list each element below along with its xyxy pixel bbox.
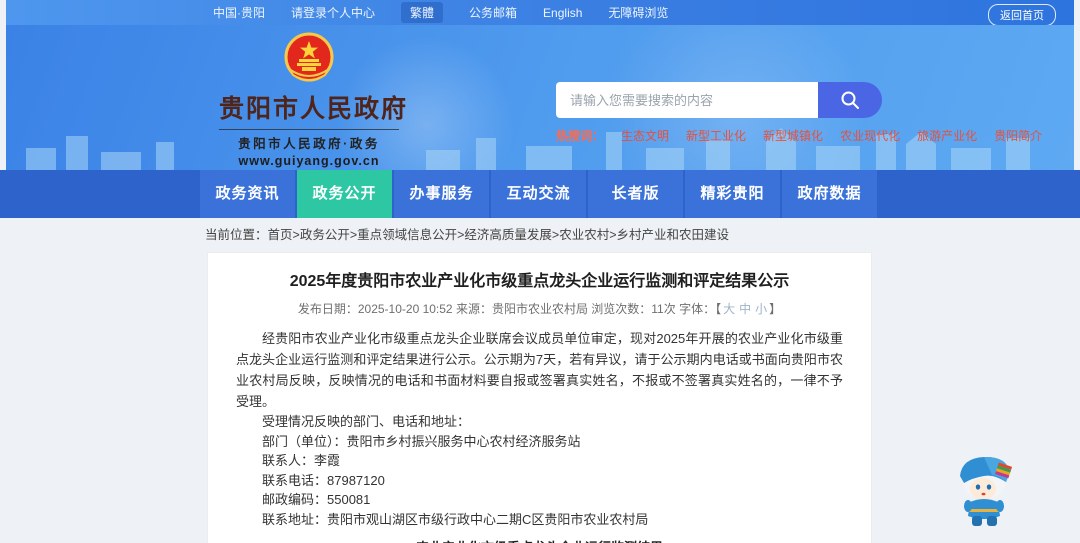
font-size-medium-button[interactable]: 中 xyxy=(739,302,751,316)
breadcrumb-path[interactable]: 首页>政务公开>重点领域信息公开>经济高质量发展>农业农村>乡村产业和农田建设 xyxy=(268,228,730,242)
contact-address-line: 联系地址：贵阳市观山湖区市级行政中心二期C区贵阳市农业农村局 xyxy=(262,511,649,527)
hot-search-label: 热搜词： xyxy=(556,129,605,143)
search-button[interactable] xyxy=(818,82,882,118)
hot-search-row: 热搜词： 生态文明 新型工业化 新型城镇化 农业现代化 旅游产业化 贵阳简介 xyxy=(556,127,1042,144)
font-size-small-button[interactable]: 小 xyxy=(755,302,767,316)
page: 中国·贵阳 请登录个人中心 繁體 公务邮箱 English 无障碍浏览 返回首页 xyxy=(0,0,1080,543)
nav-item-services[interactable]: 办事服务 xyxy=(394,170,489,218)
font-size-large-button[interactable]: 大 xyxy=(723,302,735,316)
breadcrumb-label: 当前位置： xyxy=(205,228,268,242)
result-table-caption: 农业产业化市级重点龙头企业运行监测结果 xyxy=(236,537,843,543)
nav-item-wonderful-guiyang[interactable]: 精彩贵阳 xyxy=(685,170,780,218)
top-utility-bar: 中国·贵阳 请登录个人中心 繁體 公务邮箱 English 无障碍浏览 返回首页 xyxy=(6,0,1074,26)
topbar-link-english[interactable]: English xyxy=(543,6,582,20)
topbar-links: 中国·贵阳 请登录个人中心 繁體 公务邮箱 English 无障碍浏览 xyxy=(213,2,668,23)
site-url: www.guiyang.gov.cn xyxy=(238,154,380,168)
national-emblem-icon xyxy=(284,32,334,82)
topbar-link-china-guiyang[interactable]: 中国·贵阳 xyxy=(213,4,265,21)
article-meta-suffix: 】 xyxy=(769,302,782,316)
site-name: 贵阳市人民政府 xyxy=(219,95,409,123)
hot-word-ecology[interactable]: 生态文明 xyxy=(621,127,669,144)
hot-word-urbanization[interactable]: 新型城镇化 xyxy=(763,127,823,144)
nav-item-gov-data[interactable]: 政府数据 xyxy=(782,170,877,218)
article-paragraph: 经贵阳市农业产业化市级重点龙头企业联席会议成员单位审定，现对2025年开展的农业… xyxy=(236,331,843,409)
topbar-link-accessibility[interactable]: 无障碍浏览 xyxy=(608,4,668,21)
topbar-link-traditional-chinese[interactable]: 繁體 xyxy=(401,2,444,23)
hot-word-industrialization[interactable]: 新型工业化 xyxy=(686,127,746,144)
contact-department-line: 部门（单位）：贵阳市乡村振兴服务中心农村经济服务站 xyxy=(262,433,581,449)
site-header-banner: 贵阳市人民政府 贵阳市人民政府·政务 www.guiyang.gov.cn 热搜… xyxy=(6,25,1074,170)
breadcrumb: 当前位置：首页>政务公开>重点领域信息公开>经济高质量发展>农业农村>乡村产业和… xyxy=(205,224,729,243)
site-subtitle: 贵阳市人民政府·政务 xyxy=(238,137,380,151)
article-title: 2025年度贵阳市农业产业化市级重点龙头企业运行监测和评定结果公示 xyxy=(289,273,790,290)
contact-person-line: 联系人：李霞 xyxy=(262,453,341,468)
hot-word-agriculture-modernization[interactable]: 农业现代化 xyxy=(840,127,900,144)
back-to-home-button[interactable]: 返回首页 xyxy=(988,4,1056,26)
mascot-assistant-button[interactable] xyxy=(948,450,1022,532)
cityscape-graphic xyxy=(26,128,1030,170)
nav-item-news[interactable]: 政务资讯 xyxy=(200,170,295,218)
site-logo-block: 贵阳市人民政府 贵阳市人民政府·政务 www.guiyang.gov.cn xyxy=(219,31,409,168)
search-input[interactable] xyxy=(556,82,818,118)
contact-postcode-line: 邮政编码：550081 xyxy=(262,492,371,507)
hot-word-guiyang-intro[interactable]: 贵阳简介 xyxy=(994,127,1042,144)
hot-word-tourism[interactable]: 旅游产业化 xyxy=(917,127,977,144)
topbar-link-official-mail[interactable]: 公务邮箱 xyxy=(469,4,517,21)
contact-intro-line: 受理情况反映的部门、电话和地址： xyxy=(262,414,471,429)
nav-item-interaction[interactable]: 互动交流 xyxy=(491,170,586,218)
search-icon xyxy=(841,91,859,109)
contact-phone-line: 联系电话：87987120 xyxy=(262,472,385,488)
article-panel: 2025年度贵阳市农业产业化市级重点龙头企业运行监测和评定结果公示 发布日期：2… xyxy=(207,252,872,543)
nav-item-senior-version[interactable]: 长者版 xyxy=(588,170,683,218)
article-meta-text: 发布日期：2025-10-20 10:52 来源：贵阳市农业农村局 浏览次数：1… xyxy=(297,302,722,316)
main-navigation: 政务资讯 政务公开 办事服务 互动交流 长者版 精彩贵阳 政府数据 xyxy=(0,170,1080,218)
topbar-link-login-personal-center[interactable]: 请登录个人中心 xyxy=(291,4,375,21)
search-area: 热搜词： 生态文明 新型工业化 新型城镇化 农业现代化 旅游产业化 贵阳简介 xyxy=(556,82,1042,144)
nav-item-gov-disclosure[interactable]: 政务公开 xyxy=(297,170,392,218)
article-meta: 发布日期：2025-10-20 10:52 来源：贵阳市农业农村局 浏览次数：1… xyxy=(236,300,843,317)
site-subtitle-divider: 贵阳市人民政府·政务 xyxy=(219,129,399,152)
